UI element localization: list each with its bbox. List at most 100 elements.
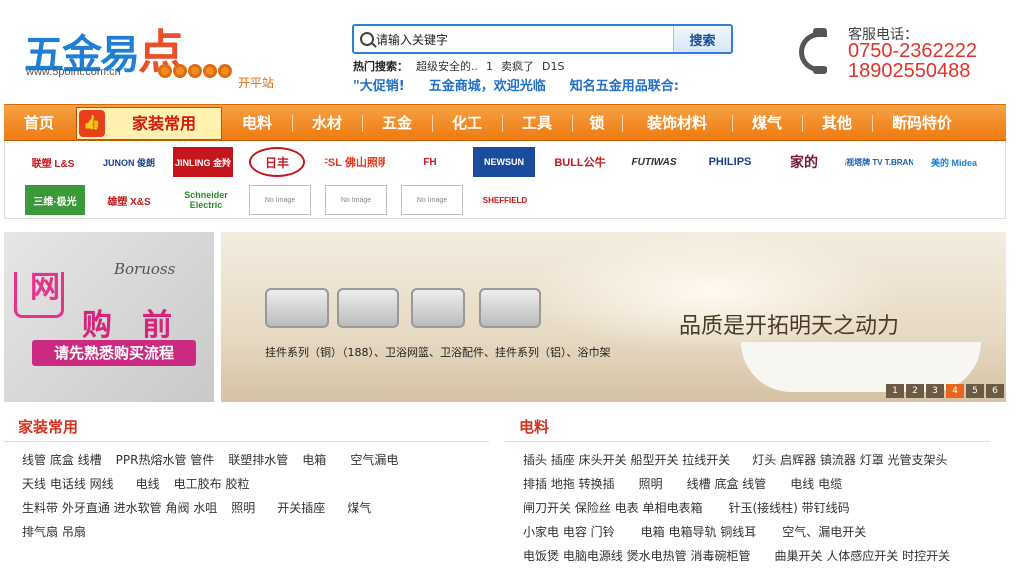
category-link[interactable]: 排气扇 吊扇 bbox=[22, 520, 86, 544]
brand-logo[interactable]: No Image bbox=[325, 185, 387, 215]
brand-logo[interactable]: FSL 佛山照明 bbox=[325, 147, 385, 177]
carousel-page[interactable]: 3 bbox=[926, 384, 944, 398]
category-link[interactable]: 灯头 启辉器 镇流器 灯罩 光管支架头 bbox=[752, 448, 947, 472]
category-link[interactable]: 电线 电缆 bbox=[790, 472, 842, 496]
section-title[interactable]: 电料 bbox=[505, 412, 990, 442]
carousel-page[interactable]: 1 bbox=[886, 384, 904, 398]
category-link[interactable]: 电箱 电箱导轨 铜线耳 bbox=[641, 520, 757, 544]
brand-logo[interactable]: FUTIWAS bbox=[621, 147, 687, 177]
category-link[interactable]: 电箱 bbox=[302, 448, 326, 472]
brand-strip: 联塑 L&S JUNON 俊朗 JINLING 金羚 日丰 FSL 佛山照明 F… bbox=[4, 141, 1006, 219]
brand-logo[interactable]: JINLING 金羚 bbox=[173, 147, 233, 177]
category-link[interactable]: 生料带 外牙直通 进水软管 角阀 水咀 bbox=[22, 496, 217, 520]
brand-logo[interactable]: 美的 Midea bbox=[923, 147, 985, 177]
brand-logo[interactable]: BULL公牛 bbox=[547, 147, 613, 177]
brand-logo[interactable]: FH bbox=[405, 147, 455, 177]
category-link[interactable]: 电工胶布 胶粒 bbox=[174, 472, 250, 496]
hot-search-term[interactable]: 卖疯了 bbox=[501, 60, 534, 73]
category-link[interactable]: 天线 电话线 网线 bbox=[22, 472, 114, 496]
logo-city: 开平站 bbox=[238, 76, 275, 90]
search-button[interactable]: 搜索 bbox=[673, 26, 731, 52]
category-link[interactable]: 插头 插座 床头开关 船型开关 拉线开关 bbox=[523, 448, 730, 472]
section-title[interactable]: 家装常用 bbox=[4, 412, 489, 442]
carousel-page[interactable]: 5 bbox=[966, 384, 984, 398]
brand-logo[interactable]: No Image bbox=[249, 185, 311, 215]
category-link[interactable]: 照明 bbox=[639, 472, 663, 496]
nav-item[interactable]: 电料 bbox=[222, 105, 292, 142]
brand-logo[interactable]: No Image bbox=[401, 185, 463, 215]
brand-logo[interactable]: 雄塑 X&S bbox=[99, 185, 159, 215]
search-box: 搜索 bbox=[352, 24, 733, 54]
nav-item[interactable]: 水材 bbox=[292, 105, 362, 142]
brand-logo[interactable]: 日丰 bbox=[249, 147, 305, 177]
hot-search-term[interactable]: D1S bbox=[542, 60, 564, 73]
nav-item[interactable]: 锁 bbox=[572, 105, 622, 142]
nav-home[interactable]: 首页 bbox=[4, 105, 74, 142]
nav-feature[interactable]: 👍 家装常用 bbox=[76, 107, 222, 140]
brand-logo[interactable]: PHILIPS bbox=[697, 147, 763, 177]
category-link[interactable]: 线管 底盒 线槽 bbox=[22, 448, 102, 472]
category-link[interactable]: 电饭煲 电脑电源线 煲水电热管 消毒碗柜管 bbox=[523, 544, 750, 568]
brand-logo[interactable]: 电视塔牌 TV T.BRAND bbox=[845, 147, 913, 177]
promo-text: 五金商城，欢迎光临 bbox=[428, 79, 546, 94]
brand-logo[interactable]: JUNON 俊朗 bbox=[99, 147, 159, 177]
search-input[interactable] bbox=[376, 28, 672, 50]
banner-char: 购 bbox=[82, 308, 112, 343]
category-links: 线管 底盒 线槽 PPR热熔水管 管件 联塑排水管 电箱 空气漏电 天线 电话线 网线电… bbox=[4, 442, 489, 544]
paper-holder-image bbox=[411, 288, 465, 328]
promo-text: 知名五金用品联合: bbox=[569, 79, 679, 94]
carousel-page[interactable]: 6 bbox=[986, 384, 1004, 398]
category-link[interactable]: 线槽 底盒 线管 bbox=[687, 472, 767, 496]
service-phone: 18902550488 bbox=[848, 60, 971, 82]
soap-dish-image bbox=[479, 288, 541, 328]
category-link[interactable]: 开关插座 bbox=[277, 496, 325, 520]
nav-feature-label: 家装常用 bbox=[131, 114, 196, 133]
category-link[interactable]: 空气、漏电开关 bbox=[782, 520, 866, 544]
category-link[interactable]: 煤气 bbox=[347, 496, 371, 520]
nav-item[interactable]: 五金 bbox=[362, 105, 432, 142]
category-link[interactable]: 联塑排水管 bbox=[228, 448, 288, 472]
brand-logo[interactable]: 家的 bbox=[773, 147, 835, 177]
carousel-page[interactable]: 2 bbox=[906, 384, 924, 398]
soap-dish-image bbox=[337, 288, 399, 328]
nav-item[interactable]: 化工 bbox=[432, 105, 502, 142]
shopping-guide-banner[interactable]: Boruoss 网 购 前 请先熟悉购买流程 bbox=[4, 232, 214, 402]
brand-logo[interactable]: Schneider Electric bbox=[173, 185, 239, 215]
banner-script-text: Boruoss bbox=[114, 260, 176, 278]
category-link[interactable]: 闸刀开关 保险丝 电表 单相电表箱 bbox=[523, 496, 702, 520]
gears-icon bbox=[158, 64, 233, 81]
brand-logo[interactable]: 三维·极光 bbox=[25, 185, 85, 215]
main-nav: 首页 👍 家装常用 电料 水材 五金 化工 工具 锁 装饰材料 煤气 其他 断码… bbox=[4, 104, 1006, 141]
hot-search-term[interactable]: 1 bbox=[486, 60, 493, 73]
category-link[interactable]: 曲巢开关 人体感应开关 时控开关 bbox=[774, 544, 950, 568]
brand-logo[interactable]: SHEFFIELD bbox=[475, 185, 535, 215]
towel-rack-image bbox=[265, 288, 329, 328]
category-link[interactable]: 照明 bbox=[231, 496, 255, 520]
site-logo[interactable]: 五金易点 www.5point.com.cn 开平站 bbox=[24, 10, 284, 90]
nav-item[interactable]: 其他 bbox=[802, 105, 872, 142]
section-home-common: 家装常用 线管 底盒 线槽 PPR热熔水管 管件 联塑排水管 电箱 空气漏电 天线 电话… bbox=[4, 412, 489, 544]
carousel-page-active[interactable]: 4 bbox=[946, 384, 964, 398]
category-link[interactable]: 小家电 电容 门铃 bbox=[523, 520, 615, 544]
category-link[interactable]: PPR热熔水管 管件 bbox=[116, 448, 215, 472]
thumbs-up-icon: 👍 bbox=[79, 110, 105, 137]
page: 五金易点 www.5point.com.cn 开平站 搜索 热门搜索： 超级安全的… bbox=[0, 0, 1020, 579]
category-link[interactable]: 针玉(接线柱) 带钉线码 bbox=[728, 496, 849, 520]
category-link[interactable]: 排插 地拖 转换插 bbox=[523, 472, 615, 496]
banner-char: 前 bbox=[142, 308, 172, 343]
category-link[interactable]: 空气漏电 bbox=[350, 448, 398, 472]
category-link[interactable]: 电线 bbox=[136, 472, 160, 496]
banner-char: 网 bbox=[30, 270, 60, 305]
brand-logo[interactable]: 联塑 L&S bbox=[25, 147, 81, 177]
banner-slogan: 品质是开拓明天之动力 bbox=[679, 314, 900, 339]
brand-logo[interactable]: NEWSUN bbox=[473, 147, 535, 177]
nav-item[interactable]: 工具 bbox=[502, 105, 572, 142]
nav-item[interactable]: 装饰材料 bbox=[622, 105, 732, 142]
nav-item[interactable]: 煤气 bbox=[732, 105, 802, 142]
nav-item[interactable]: 断码特价 bbox=[872, 105, 972, 142]
hot-search-term[interactable]: 超级安全的.. bbox=[416, 60, 478, 73]
hot-search-label: 热门搜索： bbox=[353, 60, 408, 73]
logo-url: www.5point.com.cn bbox=[26, 66, 121, 78]
hero-carousel[interactable]: 品质是开拓明天之动力 挂件系列（铜）（188）、卫浴网篮、卫浴配件、挂件系列（铝… bbox=[221, 232, 1006, 402]
section-electrical: 电料 插头 插座 床头开关 船型开关 拉线开关 灯头 启辉器 镇流器 灯罩 光管支… bbox=[505, 412, 990, 568]
